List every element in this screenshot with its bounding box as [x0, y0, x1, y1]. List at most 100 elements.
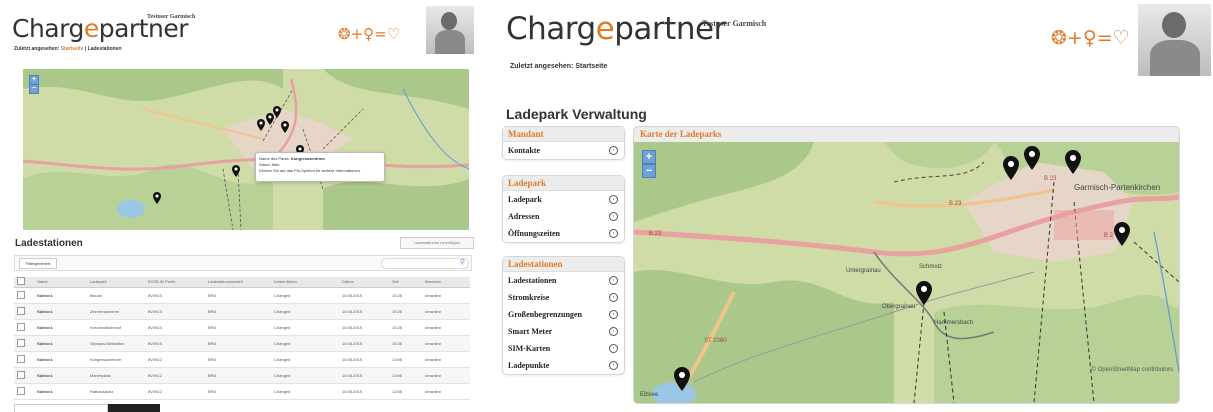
table-row[interactable]: Station1 Rathausplatz 8V1€12 BRS Changed 15.0…	[14, 383, 470, 400]
row-select-cell[interactable]	[14, 335, 34, 352]
table-cell: BRS	[205, 367, 271, 384]
chevron-right-icon[interactable]: ›	[609, 146, 618, 155]
chevron-right-icon[interactable]: ›	[609, 293, 618, 302]
table-cell: Station1	[34, 303, 87, 320]
map-zoom-out-button[interactable]: −	[642, 164, 656, 178]
chevron-right-icon[interactable]: ›	[609, 276, 618, 285]
column-header[interactable]: Benutzer	[422, 277, 470, 288]
map-zoom-in-button[interactable]: +	[642, 150, 656, 164]
breadcrumb-startseite[interactable]: Startseite	[61, 46, 84, 52]
column-header[interactable]: Zeit	[389, 277, 422, 288]
chevron-right-icon[interactable]: ›	[609, 195, 618, 204]
map-attribution[interactable]: © OpenStreetMap contributors	[1092, 367, 1173, 373]
column-header[interactable]: Letzte Aktion	[271, 277, 339, 288]
row-checkbox[interactable]	[17, 370, 25, 379]
nav-item[interactable]: Adressen ›	[503, 208, 624, 225]
table-cell: 15.06.2015	[339, 287, 389, 304]
chevron-right-icon[interactable]: ›	[609, 310, 618, 319]
nav-item[interactable]: Smart Meter ›	[503, 323, 624, 340]
nav-item[interactable]: Ladepunkte ›	[503, 357, 624, 374]
svg-text:B 23: B 23	[649, 231, 662, 237]
map-pin-icon[interactable]	[257, 119, 265, 131]
row-select-cell[interactable]	[14, 351, 34, 368]
nav-group-title: Ladepark	[503, 176, 624, 191]
breadcrumb-ladestationen[interactable]: Ladestationen	[88, 46, 122, 52]
filter-tab[interactable]: Filtergeneriert	[19, 258, 57, 269]
map-popup: Name des Parks: Kongresszentrum Stand: I…	[255, 152, 385, 182]
table-cell: 8V1€13	[145, 287, 205, 304]
column-header[interactable]: Ladepark	[87, 277, 145, 288]
table-row[interactable]: Station1 Marienplatz 8V1€12 BRS Changed 15.06…	[14, 367, 470, 384]
page-size-select[interactable]	[14, 404, 108, 412]
nav-item[interactable]: Kontakte ›	[503, 142, 624, 159]
nav-item[interactable]: Stromkreise ›	[503, 289, 624, 306]
column-header[interactable]: Name	[34, 277, 87, 288]
chevron-right-icon[interactable]: ›	[609, 361, 618, 370]
row-select-cell[interactable]	[14, 367, 34, 384]
table-cell: 13:36	[389, 335, 422, 352]
brand-decoration-icon: ❂+♀=♡	[1051, 27, 1130, 49]
select-all-checkbox[interactable]	[14, 277, 34, 288]
map-pin-icon[interactable]	[273, 106, 281, 118]
page-title: Ladepark Verwaltung	[506, 106, 647, 122]
table-cell: 8V1€14	[145, 319, 205, 336]
row-checkbox[interactable]	[17, 322, 25, 331]
checkbox[interactable]	[17, 277, 25, 286]
pagination-button[interactable]	[108, 404, 160, 412]
row-checkbox[interactable]	[17, 354, 25, 363]
chevron-right-icon[interactable]: ›	[609, 327, 618, 336]
column-header[interactable]: EVSE-ID Prefix	[145, 277, 205, 288]
nav-item[interactable]: Öffnungszeiten ›	[503, 225, 624, 242]
table-cell: 8V1€12	[145, 367, 205, 384]
nav-group-1: Ladepark Ladepark › Adressen › Öffnungszeiten…	[502, 175, 625, 243]
column-header[interactable]: Datum	[339, 277, 389, 288]
town-label: Obergrainau	[882, 304, 916, 310]
table-row[interactable]: Station1 Kongresszentrum 8V1€12 BRS Changed 1…	[14, 351, 470, 368]
row-select-cell[interactable]	[14, 383, 34, 400]
table-cell: 8V1€12	[145, 351, 205, 368]
map-pin-icon[interactable]	[1114, 222, 1130, 246]
logo[interactable]: Chargepartner	[506, 11, 726, 47]
row-checkbox[interactable]	[17, 306, 25, 315]
map-view[interactable]: + − Name des Parks: Kongresszentrum Stan…	[23, 69, 469, 230]
breadcrumb-startseite[interactable]: Startseite	[575, 63, 607, 70]
add-station-button[interactable]: Ladestationen hinzufügen	[400, 237, 474, 249]
table-cell: BRS	[205, 319, 271, 336]
row-select-cell[interactable]	[14, 303, 34, 320]
search-input[interactable]: ⚲	[381, 258, 469, 269]
nav-item[interactable]: Ladepark ›	[503, 191, 624, 208]
chevron-right-icon[interactable]: ›	[609, 344, 618, 353]
map-pin-icon[interactable]	[1065, 150, 1081, 174]
row-checkbox[interactable]	[17, 290, 25, 299]
table-cell: Changed	[271, 367, 339, 384]
nav-item[interactable]: Ladestationen ›	[503, 272, 624, 289]
map-pin-icon[interactable]	[1024, 146, 1040, 170]
nav-item[interactable]: SIM-Karten ›	[503, 340, 624, 357]
town-label: Schmolz	[919, 264, 943, 270]
map-pin-icon[interactable]	[916, 281, 932, 305]
map-pin-icon[interactable]	[281, 121, 289, 133]
map-view[interactable]: B 23 B 23 B 23 B 2 ST 2060 + − Garmisch-…	[634, 142, 1179, 403]
row-select-cell[interactable]	[14, 319, 34, 336]
map-pin-icon[interactable]	[674, 367, 690, 391]
map-pin-icon[interactable]	[1003, 156, 1019, 180]
row-checkbox[interactable]	[17, 386, 25, 395]
table-cell: Station1	[34, 335, 87, 352]
table-row[interactable]: Station1 Zinnermanzome 8V1€13 BRS Changed 15.…	[14, 303, 470, 320]
map-pin-icon[interactable]	[153, 192, 161, 204]
table-row[interactable]: Station1 Olympia-Skistadion 8V1€15 BRS Chang…	[14, 335, 470, 352]
table-row[interactable]: Station1 Kreuzeckbahnhof 8V1€14 BRS Changed 1…	[14, 319, 470, 336]
chevron-right-icon[interactable]: ›	[609, 229, 618, 238]
column-header[interactable]: Ladestationsmodell	[205, 277, 271, 288]
map-zoom-out-button[interactable]: −	[29, 84, 39, 94]
table-cell: Bisuse	[87, 287, 145, 304]
row-select-cell[interactable]	[14, 287, 34, 304]
chevron-right-icon[interactable]: ›	[609, 212, 618, 221]
table-row[interactable]: Station1 Bisuse 8V1€13 BRS Changed 15.06.2015…	[14, 287, 470, 304]
map-pin-icon[interactable]	[232, 165, 240, 177]
row-checkbox[interactable]	[17, 338, 25, 347]
table-cell: 15.06.2015	[339, 383, 389, 400]
nav-item-label: Öffnungszeiten	[508, 229, 560, 238]
nav-item[interactable]: Großenbegrenzungen ›	[503, 306, 624, 323]
table-cell: 13:26	[389, 303, 422, 320]
